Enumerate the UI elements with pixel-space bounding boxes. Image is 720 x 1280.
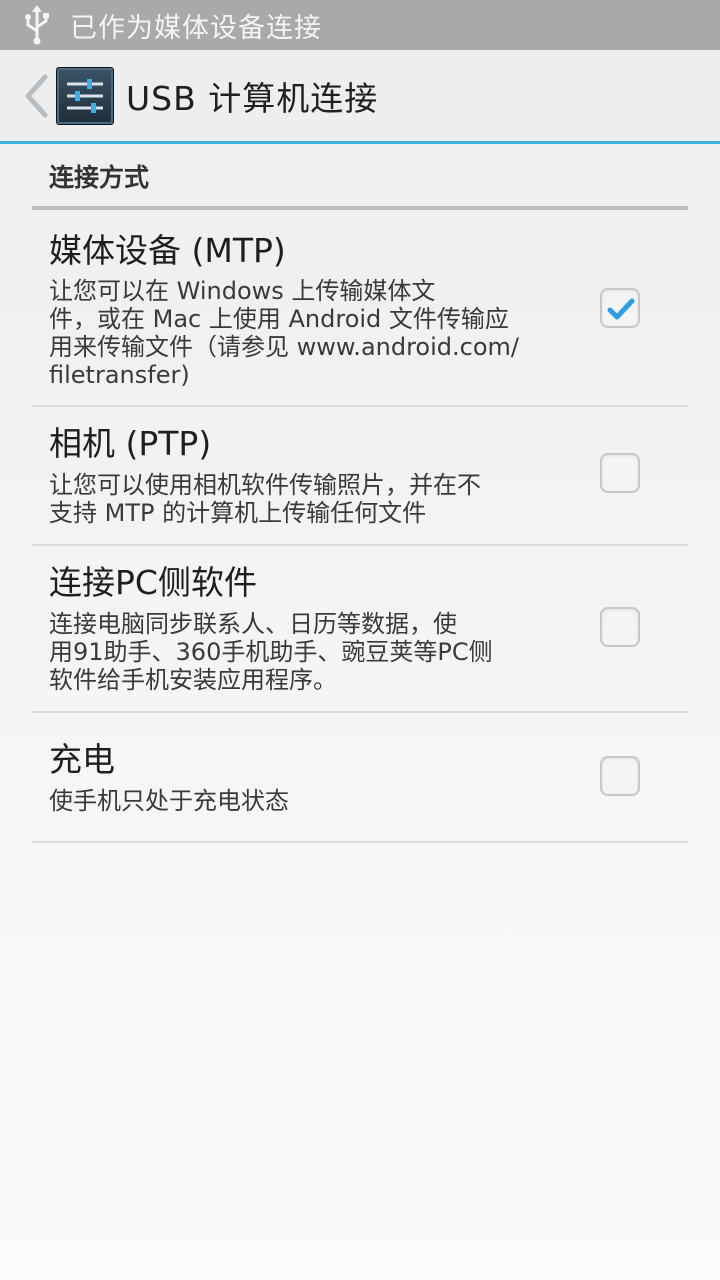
desc-line: 软件给手机安装应用程序。	[49, 666, 337, 694]
page-title: USB 计算机连接	[126, 78, 379, 118]
option-title: 媒体设备 (MTP)	[49, 231, 286, 270]
option-ptp[interactable]: 相机 (PTP) 让您可以使用相机软件传输照片，并在不 支持 MTP 的计算机上…	[32, 407, 688, 546]
section-header: 连接方式	[32, 146, 688, 210]
desc-line: 让您可以在 Windows 上传输媒体文	[49, 277, 436, 305]
section-header-label: 连接方式	[49, 163, 150, 192]
checkbox-pc-software[interactable]	[600, 607, 640, 647]
chevron-left-icon	[25, 74, 48, 117]
usb-icon	[22, 5, 52, 45]
desc-line: 用91助手、360手机助手、豌豆荚等PC侧	[49, 638, 493, 666]
desc-line: 支持 MTP 的计算机上传输任何文件	[49, 499, 427, 527]
checkmark-icon	[607, 298, 635, 320]
desc-line: 使手机只处于充电状态	[49, 787, 289, 815]
desc-line: 用来传输文件（请参见 www.android.com/	[49, 333, 519, 361]
checkbox-ptp[interactable]	[600, 453, 640, 493]
desc-line: 连接电脑同步联系人、日历等数据，使	[49, 610, 457, 638]
option-description: 让您可以在 Windows 上传输媒体文 件，或在 Mac 上使用 Androi…	[49, 277, 569, 389]
action-bar: USB 计算机连接	[0, 50, 720, 144]
checkbox-mtp[interactable]	[600, 288, 640, 328]
settings-sliders-icon[interactable]	[56, 66, 114, 125]
desc-line: 件，或在 Mac 上使用 Android 文件传输应	[49, 305, 509, 333]
desc-line: 让您可以使用相机软件传输照片，并在不	[49, 471, 481, 499]
option-title: 连接PC侧软件	[49, 563, 257, 602]
status-text: 已作为媒体设备连接	[70, 12, 322, 44]
desc-line: filetransfer)	[49, 361, 190, 389]
option-charge-only[interactable]: 充电 使手机只处于充电状态	[32, 713, 688, 843]
option-title: 相机 (PTP)	[49, 424, 212, 463]
back-button[interactable]	[12, 61, 60, 131]
option-description: 连接电脑同步联系人、日历等数据，使 用91助手、360手机助手、豌豆荚等PC侧 …	[49, 610, 569, 694]
option-title: 充电	[49, 740, 115, 779]
option-mtp[interactable]: 媒体设备 (MTP) 让您可以在 Windows 上传输媒体文 件，或在 Mac…	[32, 210, 688, 407]
status-bar: 已作为媒体设备连接	[0, 0, 720, 50]
option-pc-software[interactable]: 连接PC侧软件 连接电脑同步联系人、日历等数据，使 用91助手、360手机助手、…	[32, 546, 688, 713]
option-description: 让您可以使用相机软件传输照片，并在不 支持 MTP 的计算机上传输任何文件	[49, 471, 569, 527]
option-description: 使手机只处于充电状态	[49, 787, 569, 815]
checkbox-charge-only[interactable]	[600, 756, 640, 796]
